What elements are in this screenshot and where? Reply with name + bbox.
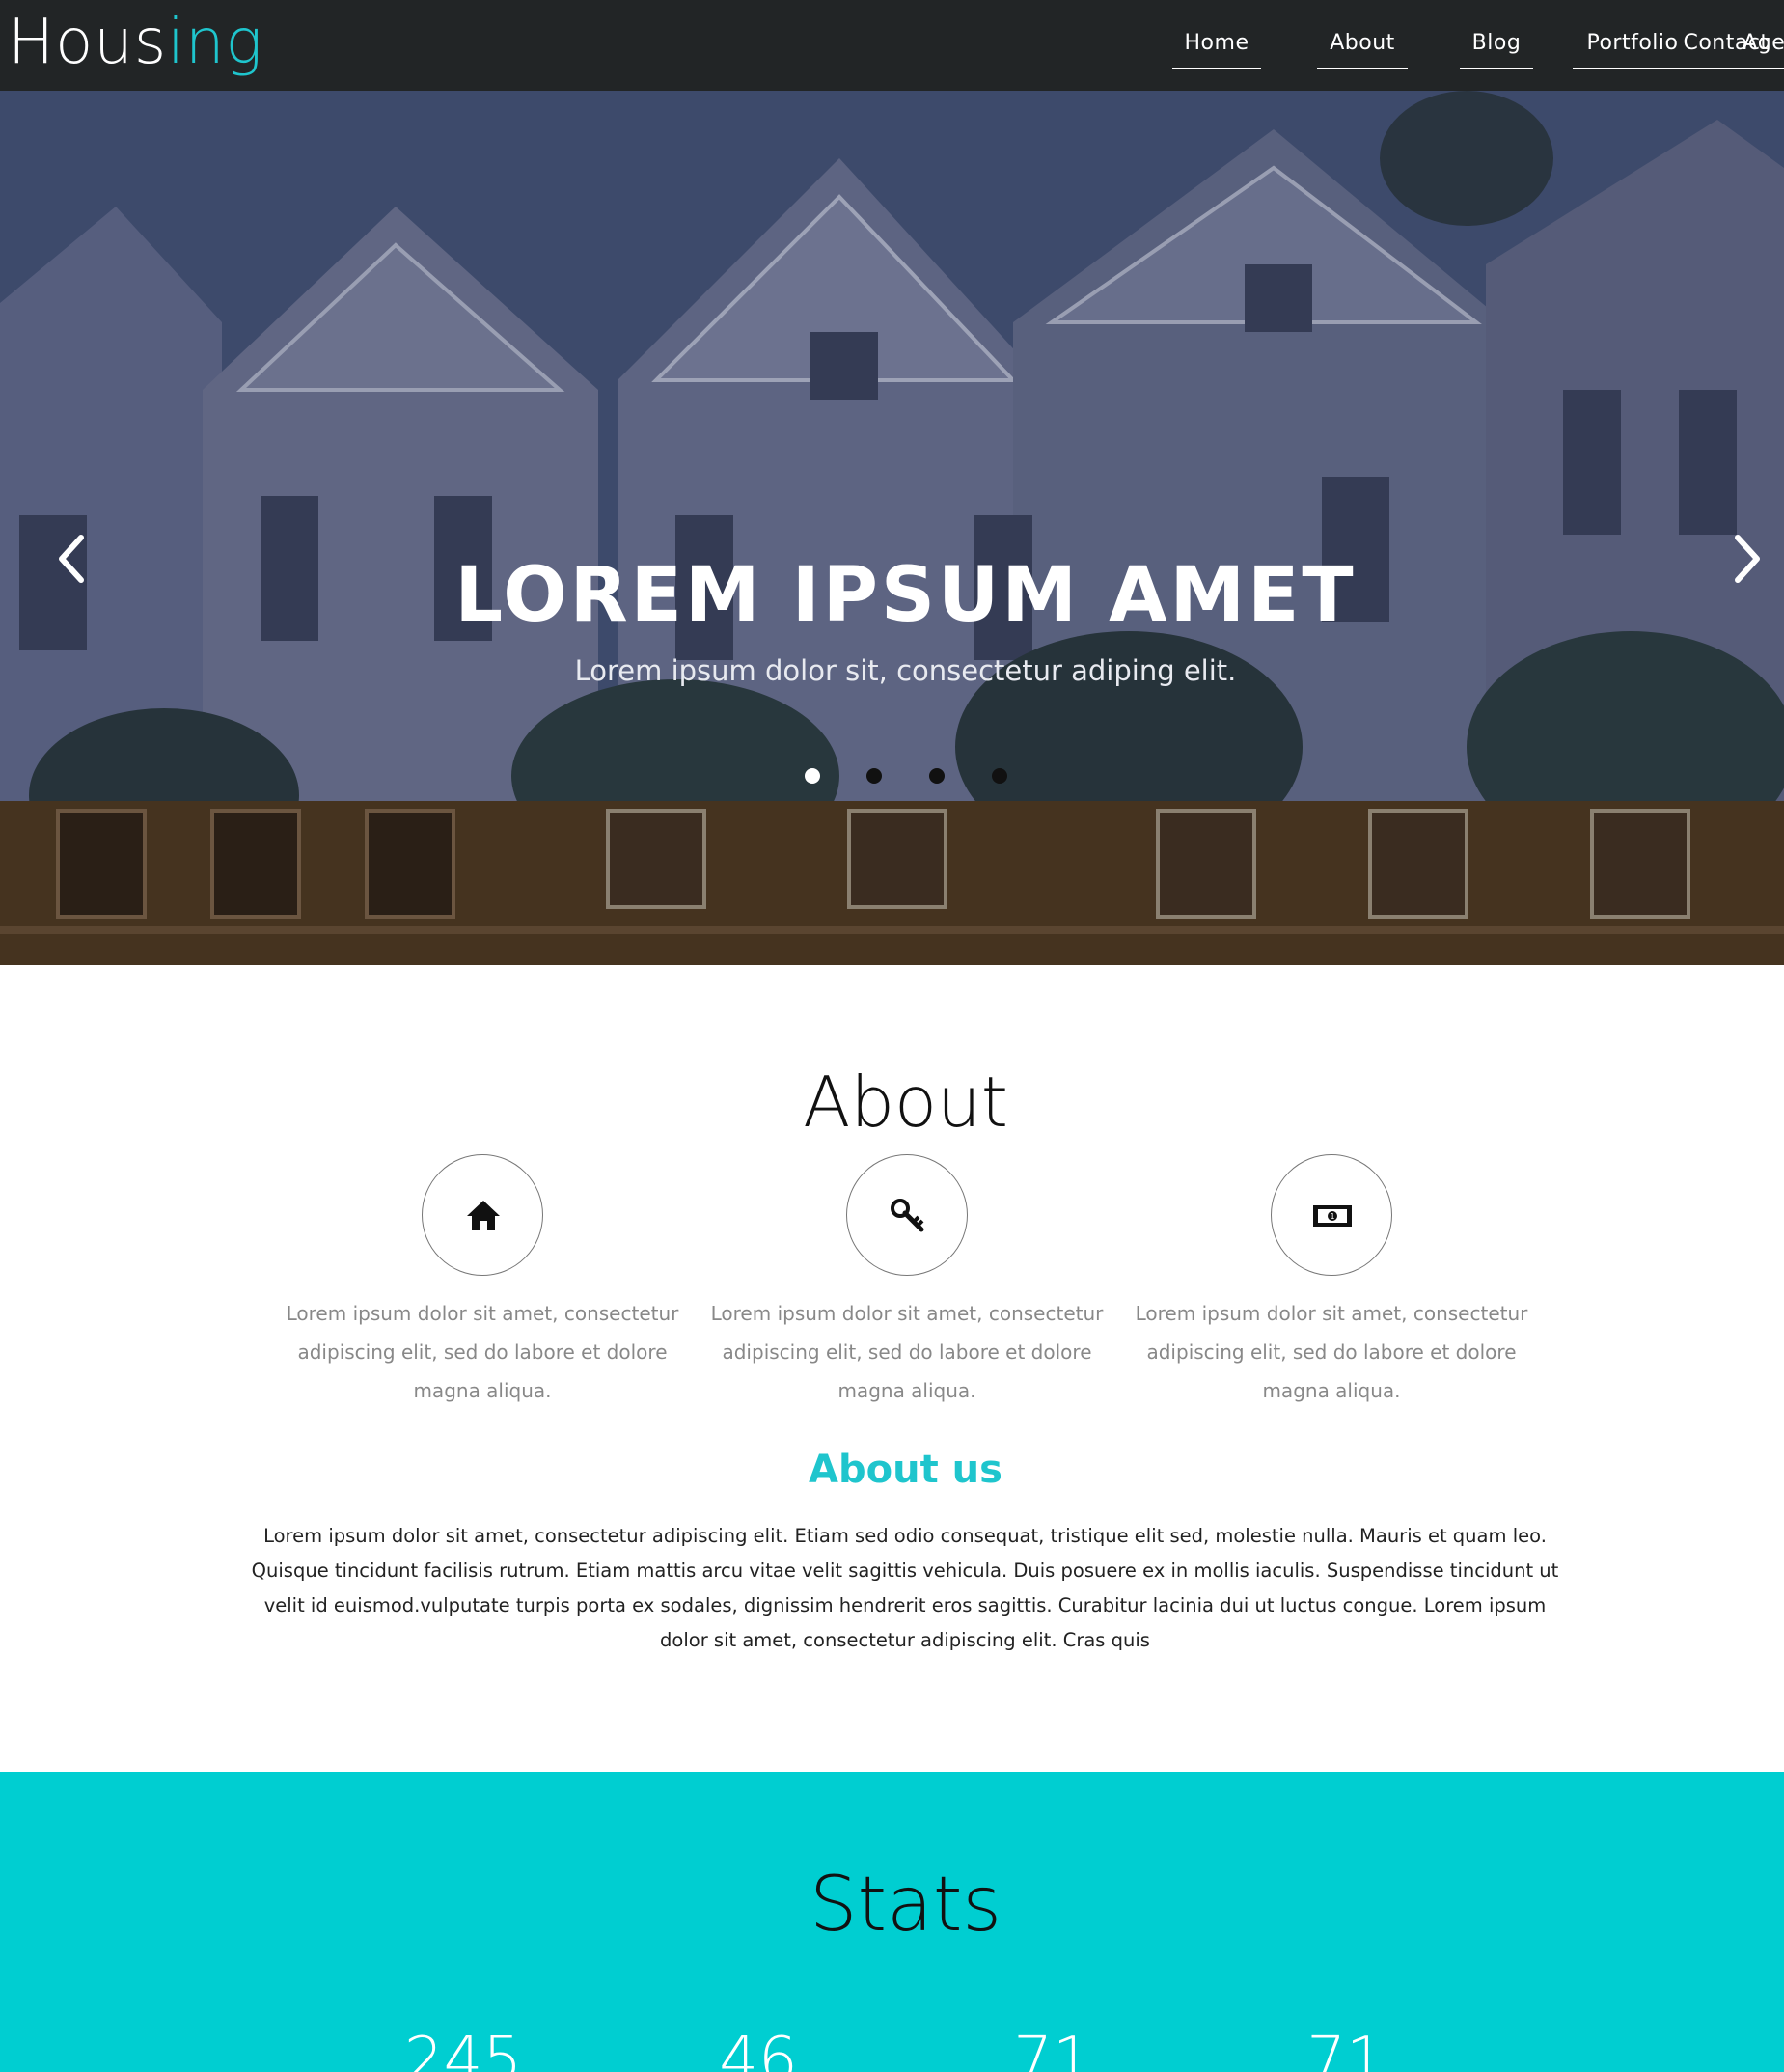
stat-value: 46: [719, 2025, 798, 2072]
stats-title: Stats: [809, 1862, 1002, 1948]
nav-item-contact[interactable]: Contact: [1674, 29, 1784, 69]
home-icon: [467, 1201, 500, 1230]
feature-icon-circle: [846, 1154, 968, 1276]
money-icon: 1: [1313, 1205, 1352, 1227]
stat-value: 71: [1013, 2025, 1092, 2072]
carousel-indicator-3[interactable]: [929, 768, 945, 784]
stat-value: 71: [1306, 2025, 1386, 2072]
hero-subtitle: Lorem ipsum dolor sit, consectetur adipi…: [574, 654, 1237, 687]
carousel-indicator-4[interactable]: [992, 768, 1007, 784]
feature-text: Lorem ipsum dolor sit amet, consectetur …: [1135, 1302, 1528, 1402]
carousel-indicators: [0, 768, 1784, 787]
feature-icon-circle: 1: [1271, 1154, 1392, 1276]
hero-carousel: LOREM IPSUM AMET Lorem ipsum dolor sit, …: [0, 91, 1784, 801]
svg-text:1: 1: [1330, 1212, 1334, 1221]
stat-value: 245: [403, 2025, 523, 2072]
building-image-strip: [0, 801, 1784, 965]
nav-item-about[interactable]: About: [1317, 29, 1408, 69]
feature-text: Lorem ipsum dolor sit amet, consectetur …: [286, 1302, 679, 1402]
about-us-text: Lorem ipsum dolor sit amet, consectetur …: [251, 1525, 1559, 1651]
brand-text-main: Hous: [8, 7, 168, 78]
hero-title: LOREM IPSUM AMET: [454, 552, 1357, 639]
carousel-indicator-1[interactable]: [805, 768, 820, 784]
brand-logo[interactable]: Housing: [8, 0, 263, 91]
about-title: About: [803, 1062, 1008, 1143]
key-icon: [891, 1199, 924, 1232]
about-us-title: About us: [809, 1448, 1002, 1492]
building-facade-image: [0, 801, 1784, 965]
navbar: Housing Home About Blog Portfolio Agent …: [0, 0, 1784, 91]
carousel-indicator-2[interactable]: [866, 768, 882, 784]
hero-overlay: [0, 91, 1784, 801]
nav-item-home[interactable]: Home: [1172, 29, 1261, 69]
feature-icon-circle: [422, 1154, 543, 1276]
stats-section: Stats 245 46 71 71: [0, 1772, 1784, 2072]
feature-text: Lorem ipsum dolor sit amet, consectetur …: [710, 1302, 1104, 1402]
brand-text-accent: ing: [167, 7, 263, 78]
nav-item-blog[interactable]: Blog: [1460, 29, 1533, 69]
